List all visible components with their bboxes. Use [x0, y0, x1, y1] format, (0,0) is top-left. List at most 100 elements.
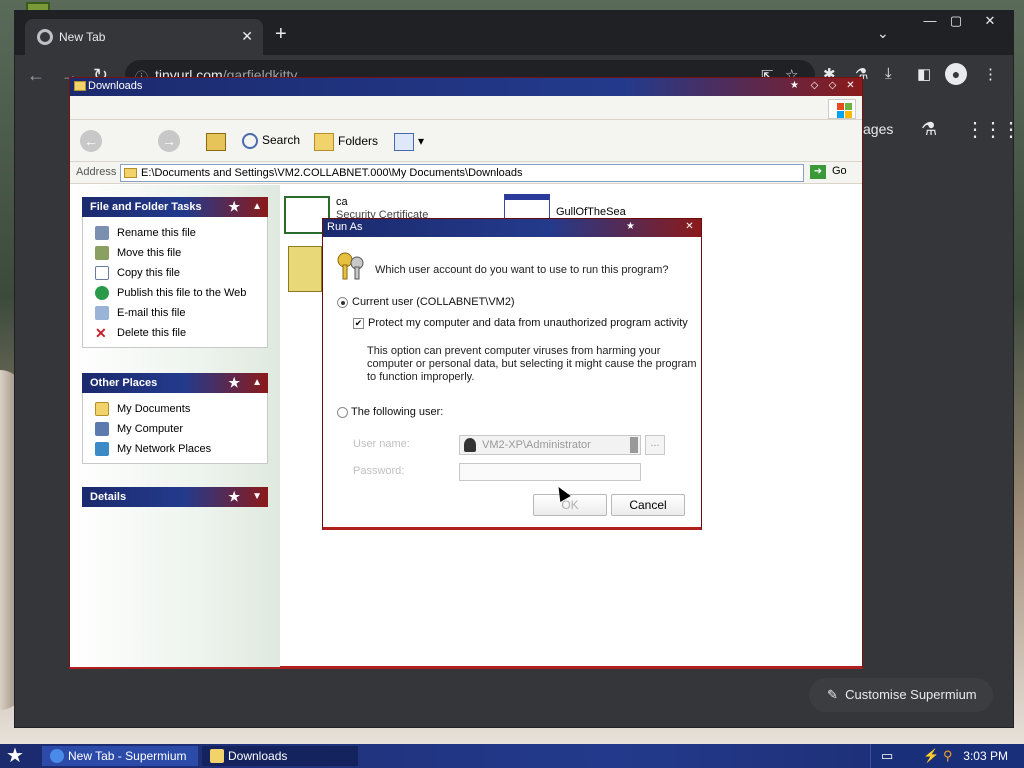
protect-description: This option can prevent computer viruses…	[367, 345, 697, 383]
views-button[interactable]: ▾	[394, 133, 424, 151]
go-button[interactable]: ➜ Go	[810, 165, 847, 179]
back-button[interactable]: ←	[27, 65, 45, 86]
explorer-maximize-button[interactable]: ◇	[825, 79, 840, 94]
apps-grid-icon[interactable]: ⋮⋮⋮	[965, 117, 1021, 142]
keyboard-icon[interactable]: ▭	[881, 748, 893, 764]
other-places-header[interactable]: Other Places ★ ▲	[82, 373, 268, 393]
expand-icon[interactable]: ▼	[252, 487, 262, 507]
tab-title: New Tab	[59, 30, 106, 44]
back-button[interactable]: ←	[80, 130, 102, 152]
current-user-label[interactable]: Current user (COLLABNET\VM2)	[352, 296, 515, 308]
user-name-combobox[interactable]: VM2-XP\Administrator	[459, 435, 641, 455]
network-tray-icon[interactable]: ⚡	[923, 748, 939, 764]
network-icon	[95, 442, 109, 457]
task-rename[interactable]: Rename this file	[95, 223, 257, 243]
run-as-titlebar[interactable]: Run As ★ ✕	[323, 219, 701, 237]
title-star-icon: ★	[626, 221, 635, 232]
search-label: Search	[262, 133, 301, 148]
protect-label[interactable]: Protect my computer and data from unauth…	[368, 317, 688, 329]
folder-icon	[124, 168, 137, 178]
taskbar-item-label: New Tab - Supermium	[68, 749, 187, 763]
file-name: ca	[336, 196, 348, 208]
task-pane: File and Folder Tasks ★ ▲ Rename this fi…	[70, 185, 280, 667]
place-my-documents[interactable]: My Documents	[95, 399, 257, 419]
task-label: Publish this file to the Web	[117, 287, 247, 299]
copy-icon	[95, 266, 109, 281]
collapse-icon[interactable]: ▲	[252, 373, 262, 393]
search-tray-icon[interactable]: ⚲	[943, 748, 953, 764]
place-label: My Network Places	[117, 443, 212, 455]
address-input[interactable]: E:\Documents and Settings\VM2.COLLABNET.…	[120, 164, 804, 182]
place-my-computer[interactable]: My Computer	[95, 419, 257, 439]
rename-icon	[95, 226, 109, 241]
forward-button[interactable]: →	[158, 130, 180, 152]
file-folder-tasks-panel: File and Folder Tasks ★ ▲ Rename this fi…	[82, 197, 268, 348]
other-places-list: My Documents My Computer My Network Plac…	[82, 393, 268, 464]
following-user-radio[interactable]	[337, 407, 348, 418]
password-label: Password:	[353, 465, 405, 477]
task-delete[interactable]: ✕ Delete this file	[95, 323, 257, 343]
email-icon	[95, 306, 109, 321]
address-label: Address	[76, 166, 117, 178]
file-folder-tasks-header[interactable]: File and Folder Tasks ★ ▲	[82, 197, 268, 217]
panel-title: Details	[90, 491, 127, 503]
password-field[interactable]	[459, 463, 641, 481]
explorer-title: Downloads	[88, 80, 143, 92]
place-label: My Computer	[117, 423, 184, 435]
dialog-close-button[interactable]: ✕	[682, 220, 697, 235]
task-copy[interactable]: Copy this file	[95, 263, 257, 283]
profile-avatar-icon[interactable]: ●	[945, 63, 967, 85]
task-email[interactable]: E-mail this file	[95, 303, 257, 323]
start-star-icon[interactable]: ★	[6, 745, 24, 767]
search-button[interactable]: Search	[242, 133, 300, 149]
side-panel-icon[interactable]: ◧	[917, 65, 931, 83]
user-name-value: VM2-XP\Administrator	[482, 439, 591, 451]
task-label: E-mail this file	[117, 307, 186, 319]
following-user-label[interactable]: The following user:	[351, 406, 443, 418]
ok-button[interactable]: OK	[533, 494, 607, 516]
images-link[interactable]: ages	[863, 121, 893, 137]
clock: 3:03 PM	[963, 749, 1008, 763]
globe-icon	[95, 286, 109, 301]
cancel-button[interactable]: Cancel	[611, 494, 685, 516]
task-publish[interactable]: Publish this file to the Web	[95, 283, 257, 303]
details-header[interactable]: Details ★ ▼	[82, 487, 268, 507]
taskbar-item-browser[interactable]: New Tab - Supermium	[42, 746, 198, 766]
current-user-radio[interactable]	[337, 297, 348, 308]
tab-close-icon[interactable]: ✕	[241, 28, 253, 45]
new-tab-button[interactable]: +	[275, 24, 287, 44]
labs-flask-icon[interactable]: ⚗	[921, 119, 937, 140]
folders-button[interactable]: Folders	[314, 133, 378, 151]
task-label: Copy this file	[117, 267, 180, 279]
task-label: Delete this file	[117, 327, 187, 339]
close-window-button[interactable]: ✕	[975, 13, 1005, 31]
combo-dropdown[interactable]	[630, 437, 638, 453]
place-my-network[interactable]: My Network Places	[95, 439, 257, 459]
details-panel: Details ★ ▼	[82, 487, 268, 507]
maximize-button[interactable]: ▢	[941, 13, 971, 31]
tab-search-icon[interactable]: ⌄	[877, 25, 889, 42]
customise-button[interactable]: ✎ Customise Supermium	[809, 678, 993, 712]
system-tray: ▭ ⚡ ⚲ 3:03 PM	[870, 744, 1024, 768]
menu-bar	[70, 96, 862, 120]
download-icon[interactable]: ⤓	[885, 65, 892, 82]
computer-icon	[95, 422, 109, 437]
collapse-icon[interactable]: ▲	[252, 197, 262, 217]
user-icon	[464, 438, 476, 452]
up-folder-icon[interactable]	[206, 133, 230, 151]
search-icon	[242, 133, 258, 149]
explorer-titlebar[interactable]: Downloads ★ ◇ ◇ ✕	[70, 78, 862, 96]
protect-checkbox[interactable]: ✔	[353, 318, 364, 329]
go-arrow-icon: ➜	[810, 165, 826, 179]
tab-new-tab[interactable]: New Tab ✕	[25, 19, 263, 55]
panel-title: Other Places	[90, 377, 158, 389]
task-move[interactable]: Move this file	[95, 243, 257, 263]
browse-button[interactable]: ...	[645, 435, 665, 455]
star-icon: ★	[228, 375, 240, 390]
pencil-icon: ✎	[827, 687, 838, 702]
menu-kebab-icon[interactable]: ⋮	[983, 65, 998, 83]
taskbar-item-downloads[interactable]: Downloads	[202, 746, 358, 766]
explorer-close-button[interactable]: ✕	[843, 79, 858, 94]
move-icon	[95, 246, 109, 261]
explorer-minimize-button[interactable]: ◇	[807, 79, 822, 94]
